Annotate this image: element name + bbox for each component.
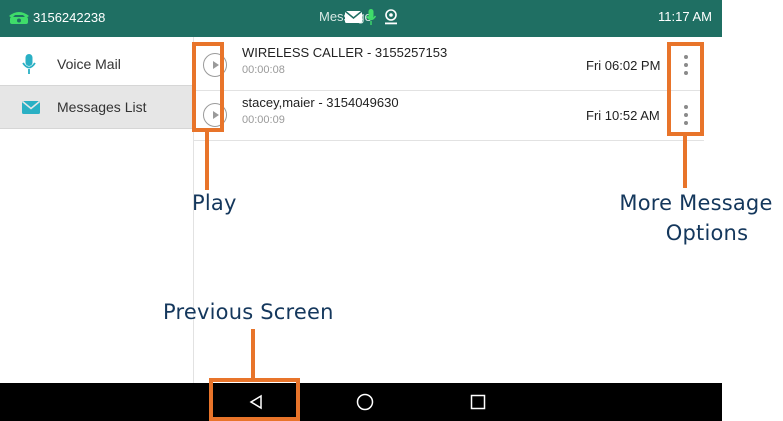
play-highlight <box>192 42 224 132</box>
status-time: 11:17 AM <box>658 9 712 24</box>
microphone-icon <box>22 54 36 74</box>
list-item[interactable]: stacey,maier - 3154049630 00:00:09 Fri 1… <box>194 91 704 141</box>
message-duration: 00:00:08 <box>242 64 285 76</box>
more-options-highlight <box>667 42 704 136</box>
location-icon <box>384 9 398 25</box>
mic-icon <box>366 9 376 25</box>
envelope-icon <box>22 100 40 114</box>
status-left: 3156242238 <box>8 9 105 25</box>
sidebar: Voice Mail Messages List <box>0 37 194 383</box>
previous-screen-callout-label: Previous Screen <box>163 300 334 324</box>
caller-name: stacey,maier - 3154049630 <box>242 95 399 110</box>
play-callout-line <box>205 132 209 190</box>
caller-name: WIRELESS CALLER - 3155257153 <box>242 45 448 60</box>
sidebar-item-label: Voice Mail <box>57 56 121 72</box>
list-item[interactable]: WIRELESS CALLER - 3155257153 00:00:08 Fr… <box>194 41 704 91</box>
phone-number: 3156242238 <box>33 9 106 25</box>
more-options-callout-line <box>683 136 687 188</box>
more-options-label-line2: Options <box>665 221 749 245</box>
more-options-label-line1: More Message <box>619 191 773 215</box>
message-time: Fri 06:02 PM <box>586 58 661 73</box>
play-callout-label: Play <box>192 191 237 215</box>
recent-apps-icon[interactable] <box>458 383 498 421</box>
sidebar-item-messages-list[interactable]: Messages List <box>0 85 193 129</box>
back-callout-line <box>251 329 255 378</box>
navigation-bar <box>0 383 722 421</box>
home-icon[interactable] <box>345 383 385 421</box>
status-center: Message <box>319 9 397 25</box>
phone-icon <box>8 9 30 25</box>
back-highlight <box>209 378 300 421</box>
message-time: Fri 10:52 AM <box>586 108 660 123</box>
envelope-icon <box>345 11 362 23</box>
sidebar-item-voice-mail[interactable]: Voice Mail <box>0 43 193 85</box>
message-duration: 00:00:09 <box>242 114 285 126</box>
sidebar-item-label: Messages List <box>57 99 147 115</box>
more-options-callout-label: More Message Options <box>609 188 783 248</box>
status-bar: 3156242238 Message 11:17 AM <box>0 0 722 37</box>
